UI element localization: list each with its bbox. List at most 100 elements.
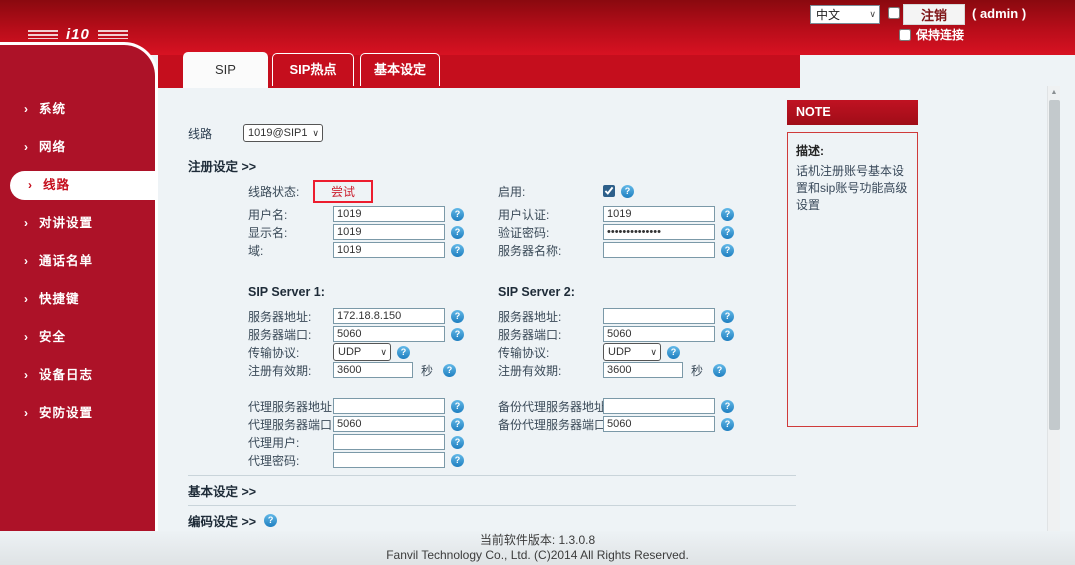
form-row: 代理服务器地址: ? 备份代理服务器地址: ? bbox=[188, 397, 798, 415]
help-icon[interactable]: ? bbox=[397, 345, 410, 359]
help-icon[interactable]: ? bbox=[264, 514, 278, 527]
sidebar-item-function-key[interactable]: › 快捷键 bbox=[0, 285, 155, 314]
register-settings-title[interactable]: 注册设定 >> bbox=[188, 156, 798, 175]
sidebar-item-device-log[interactable]: › 设备日志 bbox=[0, 361, 155, 390]
sidebar-item-label: 网络 bbox=[39, 140, 67, 154]
help-icon[interactable]: ? bbox=[451, 453, 464, 467]
basic-settings-section[interactable]: 基本设定 >> bbox=[188, 475, 796, 505]
sidebar-item-alert-settings[interactable]: › 安防设置 bbox=[0, 399, 155, 428]
sip-server-2-title: SIP Server 2: bbox=[498, 285, 575, 299]
sidebar-item-label: 对讲设置 bbox=[39, 216, 94, 230]
server2-transport-value: UDP bbox=[608, 346, 632, 358]
server1-address-input[interactable] bbox=[333, 308, 445, 324]
username-label: 用户名: bbox=[248, 207, 288, 222]
help-icon[interactable]: ? bbox=[451, 309, 464, 323]
help-icon[interactable]: ? bbox=[721, 327, 734, 341]
help-icon[interactable]: ? bbox=[451, 435, 464, 449]
sidebar-item-label: 系统 bbox=[39, 102, 67, 116]
help-icon[interactable]: ? bbox=[451, 327, 464, 341]
display-name-label: 显示名: bbox=[248, 225, 288, 240]
help-icon[interactable]: ? bbox=[721, 399, 734, 413]
server2-transport-label: 传输协议: bbox=[498, 345, 550, 360]
server2-transport-select[interactable]: UDP ∨ bbox=[603, 343, 661, 361]
help-icon[interactable]: ? bbox=[721, 225, 734, 239]
proxy-password-input[interactable] bbox=[333, 452, 445, 468]
language-select-value: 中文 bbox=[816, 8, 841, 22]
chevron-right-icon: › bbox=[24, 254, 29, 268]
proxy-address-input[interactable] bbox=[333, 398, 445, 414]
auth-user-input[interactable] bbox=[603, 206, 715, 222]
auth-password-input[interactable] bbox=[603, 224, 715, 240]
proxy-port-input[interactable] bbox=[333, 416, 445, 432]
header-checkbox[interactable] bbox=[888, 7, 900, 19]
form-row: 代理密码: ? bbox=[188, 451, 798, 469]
enable-checkbox[interactable] bbox=[603, 185, 615, 197]
server1-expire-input[interactable] bbox=[333, 362, 413, 378]
line-select[interactable]: 1019@SIP1 ∨ bbox=[243, 124, 323, 142]
proxy-user-input[interactable] bbox=[333, 434, 445, 450]
tab-sip[interactable]: SIP bbox=[183, 52, 268, 88]
sidebar-item-line[interactable]: › 线路 bbox=[10, 171, 155, 200]
language-select[interactable]: 中文 ∨ bbox=[810, 5, 880, 24]
help-icon[interactable]: ? bbox=[451, 207, 464, 221]
logout-button[interactable]: 注销 bbox=[903, 4, 965, 25]
sidebar-item-system[interactable]: › 系统 bbox=[0, 95, 155, 124]
help-icon[interactable]: ? bbox=[713, 363, 727, 377]
server1-port-input[interactable] bbox=[333, 326, 445, 342]
footer-version: 当前软件版本: 1.3.0.8 bbox=[479, 533, 596, 547]
server1-expire-unit: 秒 bbox=[421, 363, 434, 378]
chevron-down-icon: ∨ bbox=[312, 127, 319, 138]
help-icon[interactable]: ? bbox=[721, 417, 734, 431]
line-selector-label: 线路 bbox=[188, 126, 213, 141]
server2-expire-input[interactable] bbox=[603, 362, 683, 378]
backup-proxy-address-input[interactable] bbox=[603, 398, 715, 414]
help-icon[interactable]: ? bbox=[451, 399, 464, 413]
codec-settings-title: 编码设定 >> bbox=[188, 515, 257, 529]
sidebar-item-network[interactable]: › 网络 bbox=[0, 133, 155, 162]
page: i10 中文 ∨ 注销 ( admin ) 保持连接 › 系统 › 网络 › 线路 ›… bbox=[0, 0, 1075, 565]
scrollbar-thumb[interactable] bbox=[1049, 100, 1060, 430]
server1-transport-select[interactable]: UDP ∨ bbox=[333, 343, 391, 361]
help-icon[interactable]: ? bbox=[451, 225, 464, 239]
server-name-label: 服务器名称: bbox=[498, 243, 562, 258]
help-icon[interactable]: ? bbox=[721, 207, 734, 221]
auth-password-label: 验证密码: bbox=[498, 225, 550, 240]
realm-input[interactable] bbox=[333, 242, 445, 258]
sidebar-item-label: 通话名单 bbox=[39, 254, 94, 268]
form-row: 显示名: ? 验证密码: ? bbox=[188, 223, 798, 241]
keep-connection-checkbox[interactable] bbox=[899, 28, 911, 41]
help-icon[interactable]: ? bbox=[451, 243, 464, 257]
note-body: 描述: 话机注册账号基本设置和sip账号功能高级设置 bbox=[787, 132, 918, 427]
help-icon[interactable]: ? bbox=[667, 345, 680, 359]
help-icon[interactable]: ? bbox=[721, 309, 734, 323]
help-icon[interactable]: ? bbox=[443, 363, 457, 377]
chevron-right-icon: › bbox=[24, 140, 29, 154]
help-icon[interactable]: ? bbox=[451, 417, 464, 431]
server2-port-input[interactable] bbox=[603, 326, 715, 342]
line-selector-row: 线路 1019@SIP1 ∨ bbox=[188, 124, 798, 142]
scroll-up-icon[interactable]: ▲ bbox=[1048, 86, 1060, 96]
tab-basic-settings[interactable]: 基本设定 bbox=[360, 53, 440, 86]
sidebar-item-security[interactable]: › 安全 bbox=[0, 323, 155, 352]
keep-connection-wrap: 保持连接 bbox=[899, 26, 964, 43]
tab-sip-hotspot[interactable]: SIP热点 bbox=[272, 53, 354, 86]
server1-transport-label: 传输协议: bbox=[248, 345, 300, 360]
line-select-value: 1019@SIP1 bbox=[248, 127, 308, 139]
help-icon[interactable]: ? bbox=[721, 243, 734, 257]
server1-transport-value: UDP bbox=[338, 346, 362, 358]
display-name-input[interactable] bbox=[333, 224, 445, 240]
sidebar-item-label: 线路 bbox=[43, 178, 71, 192]
server1-expire-label: 注册有效期: bbox=[248, 363, 312, 378]
server-name-input[interactable] bbox=[603, 242, 715, 258]
proxy-user-label: 代理用户: bbox=[248, 435, 300, 450]
backup-proxy-port-input[interactable] bbox=[603, 416, 715, 432]
vertical-scrollbar[interactable]: ▲ bbox=[1047, 86, 1060, 538]
help-icon[interactable]: ? bbox=[621, 184, 634, 198]
form-row: 代理服务器端口: ? 备份代理服务器端口: ? bbox=[188, 415, 798, 433]
note-desc-text: 话机注册账号基本设置和sip账号功能高级设置 bbox=[796, 164, 908, 212]
note-panel: NOTE 描述: 话机注册账号基本设置和sip账号功能高级设置 bbox=[787, 100, 918, 427]
username-input[interactable] bbox=[333, 206, 445, 222]
server2-address-input[interactable] bbox=[603, 308, 715, 324]
sidebar-item-intercom-settings[interactable]: › 对讲设置 bbox=[0, 209, 155, 238]
sidebar-item-call-list[interactable]: › 通话名单 bbox=[0, 247, 155, 276]
